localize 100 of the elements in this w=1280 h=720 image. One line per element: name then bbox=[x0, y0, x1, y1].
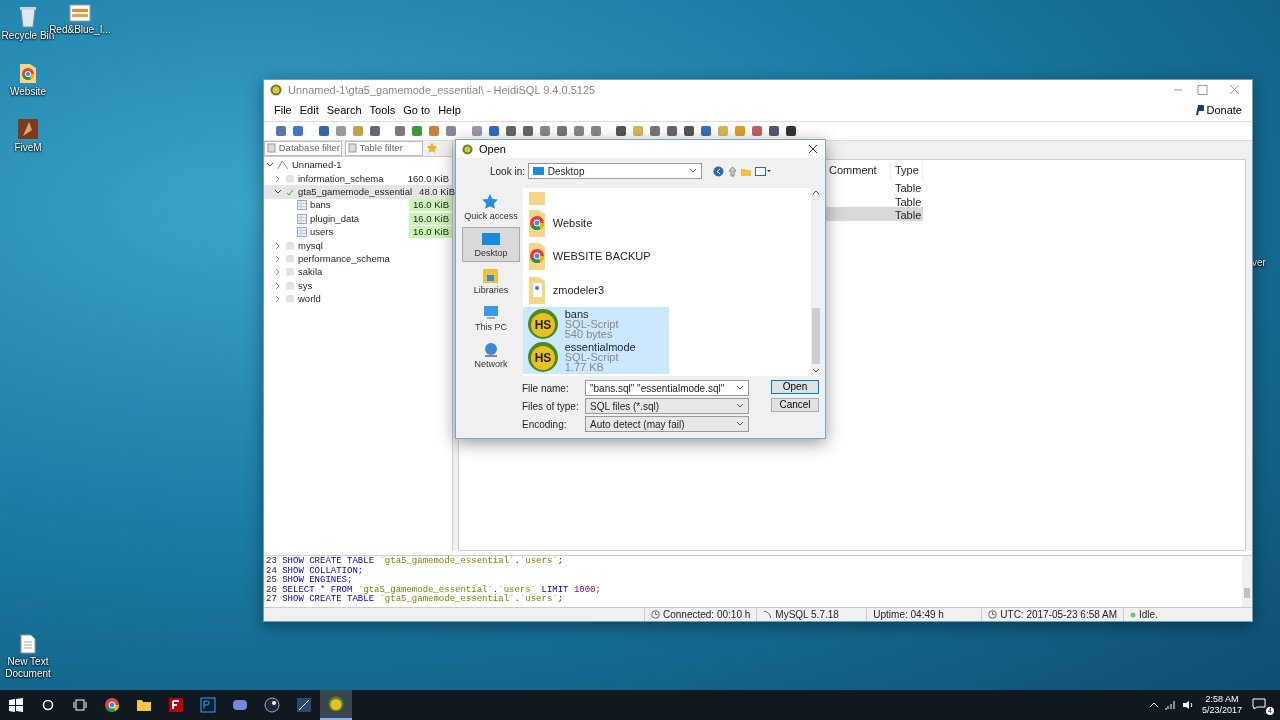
file-name-field[interactable]: "bans.sql" "essentialmode.sql" bbox=[585, 380, 749, 396]
tree-item[interactable]: world bbox=[264, 292, 452, 306]
menu-item[interactable]: Search bbox=[326, 102, 362, 119]
sidebar-place[interactable]: Libraries bbox=[462, 264, 520, 299]
app-shortcut-icon bbox=[17, 118, 39, 140]
desktop-icon-label[interactable]: New Text Document bbox=[0, 656, 56, 679]
menu-item[interactable]: File bbox=[274, 102, 292, 119]
dialog-title: Open bbox=[479, 141, 506, 157]
line-number: 27 bbox=[266, 595, 278, 605]
tree-item[interactable]: plugin_data 16.0 KiB bbox=[264, 212, 452, 226]
expand-caret-icon[interactable] bbox=[274, 295, 282, 304]
database-icon bbox=[285, 186, 295, 197]
tree-item[interactable]: sys bbox=[264, 279, 452, 293]
libraries-icon bbox=[481, 267, 501, 285]
editor-icon[interactable] bbox=[296, 697, 312, 713]
look-in-dropdown[interactable]: Desktop bbox=[527, 163, 702, 179]
sidebar-place[interactable]: This PC bbox=[462, 301, 520, 336]
paypal-logo-icon bbox=[1193, 104, 1204, 117]
database-icon bbox=[285, 280, 295, 291]
selected-row-highlight bbox=[825, 207, 891, 221]
expand-caret-icon[interactable] bbox=[274, 268, 282, 277]
table-cell-text: Table bbox=[894, 181, 923, 194]
tree-item[interactable]: mysql bbox=[264, 238, 452, 253]
cancel-button[interactable]: Cancel bbox=[771, 398, 819, 412]
collapse-caret-icon[interactable] bbox=[274, 187, 282, 196]
menu-item[interactable]: Help bbox=[438, 102, 461, 119]
sidebar-place[interactable]: Desktop bbox=[462, 227, 520, 262]
database-icon bbox=[347, 143, 357, 153]
text-file-icon bbox=[20, 634, 36, 654]
star-icon[interactable] bbox=[425, 142, 438, 154]
database-icon bbox=[285, 173, 295, 184]
table-icon bbox=[297, 200, 307, 211]
taskbar-clock[interactable]: 2:58 AM 5/23/2017 bbox=[1201, 694, 1242, 716]
status-dot-icon bbox=[1130, 611, 1137, 618]
expand-caret-icon[interactable] bbox=[274, 174, 282, 183]
menu-item[interactable]: Edit bbox=[299, 102, 319, 119]
folder-icon bbox=[526, 191, 547, 206]
hs-logo-icon: HS bbox=[526, 341, 559, 374]
list-entry[interactable]: zmodeler3 bbox=[522, 273, 669, 307]
hs-logo-icon[interactable] bbox=[328, 696, 344, 712]
sidebar-place[interactable]: Network bbox=[462, 338, 520, 373]
start-icon[interactable] bbox=[9, 698, 23, 712]
tree-item[interactable]: users 16.0 KiB bbox=[264, 225, 452, 239]
tree-item[interactable]: bans 16.0 KiB bbox=[264, 198, 452, 213]
network-icon[interactable] bbox=[1164, 700, 1177, 710]
sidebar-place[interactable]: Quick access bbox=[462, 190, 520, 225]
recycle-bin-icon bbox=[17, 4, 39, 28]
database-icon bbox=[285, 253, 295, 264]
folder-icon[interactable] bbox=[136, 697, 152, 713]
computer-icon bbox=[481, 304, 501, 322]
database-icon bbox=[267, 143, 276, 153]
notification-icon[interactable] bbox=[1252, 698, 1266, 711]
tree-item[interactable]: Unnamed-1 bbox=[264, 158, 452, 172]
table-icon bbox=[297, 213, 307, 224]
expand-caret-icon[interactable] bbox=[274, 254, 282, 263]
list-entry[interactable]: HS essentialmode SQL-Script 1.77 KB bbox=[522, 340, 669, 374]
task-view-icon[interactable] bbox=[73, 699, 87, 711]
list-entry[interactable]: HS bans SQL-Script 540 bytes bbox=[522, 306, 669, 341]
table-cell-text: Table bbox=[894, 194, 923, 207]
tree-item[interactable]: performance_schema bbox=[264, 252, 452, 266]
steam-icon[interactable] bbox=[264, 697, 280, 713]
menu-item[interactable]: Tools bbox=[369, 102, 396, 119]
dropdown[interactable]: Auto detect (may fail) bbox=[585, 416, 749, 432]
desktop-icon-label: ver bbox=[1252, 257, 1266, 269]
chevron-up-icon[interactable] bbox=[1148, 701, 1159, 709]
chat-bubble-icon[interactable] bbox=[232, 697, 248, 713]
chrome-icon[interactable] bbox=[104, 697, 120, 713]
expand-caret-icon[interactable] bbox=[274, 281, 282, 290]
status-text: MySQL 5.7.18 bbox=[775, 608, 839, 622]
search-icon[interactable] bbox=[42, 699, 54, 711]
tree-item[interactable]: information_schema 160.0 KiB bbox=[264, 171, 452, 186]
line-number: 24 bbox=[266, 566, 278, 576]
view-menu-icon[interactable] bbox=[755, 165, 772, 177]
up-folder-icon[interactable] bbox=[726, 165, 738, 177]
dropdown[interactable]: SQL files (*.sql) bbox=[585, 398, 749, 414]
open-button[interactable]: Open bbox=[771, 380, 819, 394]
volume-icon[interactable] bbox=[1181, 700, 1194, 710]
back-icon[interactable] bbox=[712, 165, 724, 177]
app-logo-icon bbox=[270, 84, 282, 96]
app-logo-icon bbox=[462, 143, 473, 155]
photoshop-icon[interactable] bbox=[200, 697, 216, 713]
close-icon[interactable] bbox=[807, 143, 819, 155]
log-line: SHOW ENGINES; bbox=[282, 576, 353, 586]
clock-icon bbox=[988, 610, 998, 619]
list-entry[interactable]: WEBSITE BACKUP bbox=[522, 239, 669, 274]
status-text: Idle. bbox=[1139, 608, 1158, 622]
filezilla-icon[interactable] bbox=[168, 697, 184, 713]
log-line: SHOW CREATE TABLE `gta5_gamemode_essential`.`users`; bbox=[282, 557, 564, 567]
tree-item[interactable]: sakila bbox=[264, 265, 452, 279]
chrome-folder-icon bbox=[18, 62, 38, 84]
log-line: SELECT * FROM `gta5_gamemode_essential`.`users` LIMIT 1000; bbox=[282, 585, 601, 595]
dropdown-caret-icon bbox=[736, 385, 744, 391]
database-icon bbox=[285, 294, 295, 305]
expand-caret-icon[interactable] bbox=[274, 241, 282, 250]
field-label: Files of type: bbox=[522, 399, 580, 414]
column-header[interactable]: Type bbox=[891, 159, 923, 180]
list-entry[interactable]: Website bbox=[522, 205, 669, 240]
donate-button[interactable]: Donate bbox=[1206, 102, 1242, 119]
log-line: SHOW CREATE TABLE `gta5_gamemode_essential`.`users`; bbox=[282, 595, 564, 605]
menu-item[interactable]: Go to bbox=[403, 102, 431, 119]
